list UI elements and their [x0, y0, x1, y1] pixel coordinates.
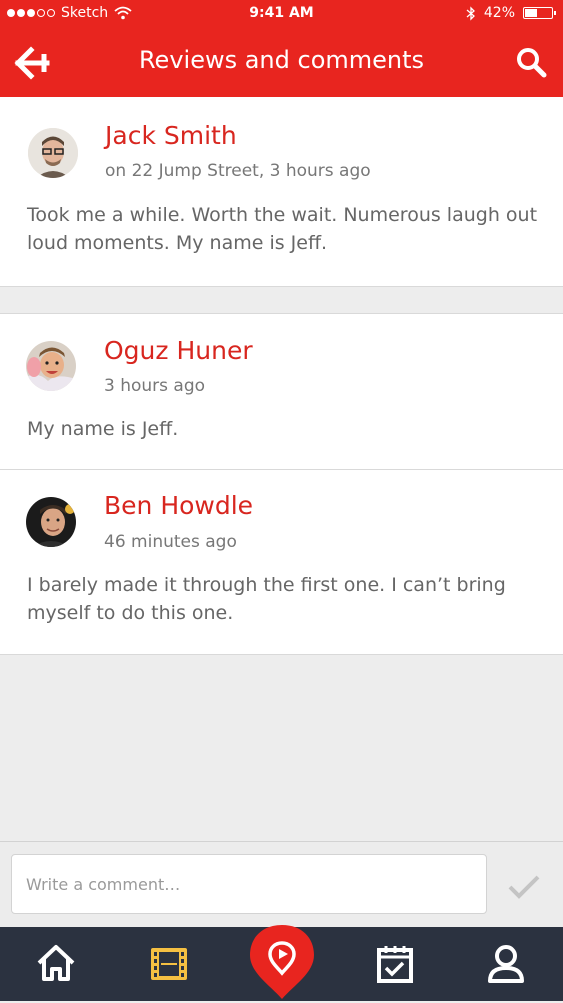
tab-bar [0, 925, 563, 1001]
review-text: My name is Jeff. [27, 418, 179, 440]
reviewer-name[interactable]: Jack Smith [105, 121, 237, 150]
calendar-check-icon[interactable] [372, 941, 418, 987]
reviewer-name[interactable]: Ben Howdle [104, 491, 253, 520]
search-icon[interactable] [515, 46, 547, 78]
comment-composer [0, 841, 563, 928]
review-card: Jack Smith on 22 Jump Street, 3 hours ag… [0, 97, 563, 287]
location-pin-icon[interactable] [248, 923, 316, 1003]
avatar [26, 497, 76, 547]
reviewer-name[interactable]: Oguz Huner [104, 336, 253, 365]
film-icon[interactable] [146, 941, 192, 987]
bluetooth-icon [466, 5, 475, 21]
review-meta: on 22 Jump Street, 3 hours ago [105, 161, 371, 181]
comment-input[interactable] [11, 854, 487, 914]
header-bar: Sketch 9:41 AM 42% Reviews and comments [0, 0, 563, 97]
review-meta: 46 minutes ago [104, 532, 237, 552]
review-text: Took me a while. Worth the wait. Numerou… [27, 204, 538, 254]
review-text: I barely made it through the first one. … [27, 574, 506, 624]
home-icon[interactable] [33, 941, 79, 987]
page-title: Reviews and comments [138, 46, 425, 74]
avatar [26, 341, 76, 391]
battery-fill [525, 9, 537, 17]
review-meta: 3 hours ago [104, 376, 206, 396]
review-card: Ben Howdle 46 minutes ago I barely made … [0, 470, 563, 655]
review-card: Oguz Huner 3 hours ago My name is Jeff. [0, 313, 563, 470]
avatar [28, 128, 78, 178]
battery-icon [523, 7, 556, 19]
navigation-bar: Reviews and comments [0, 28, 563, 97]
status-bar: Sketch 9:41 AM 42% [0, 0, 563, 28]
battery-percent: 42% [483, 5, 515, 21]
user-icon[interactable] [483, 941, 529, 987]
checkmark-icon[interactable] [506, 872, 542, 902]
status-right-group: 42% [466, 5, 556, 21]
